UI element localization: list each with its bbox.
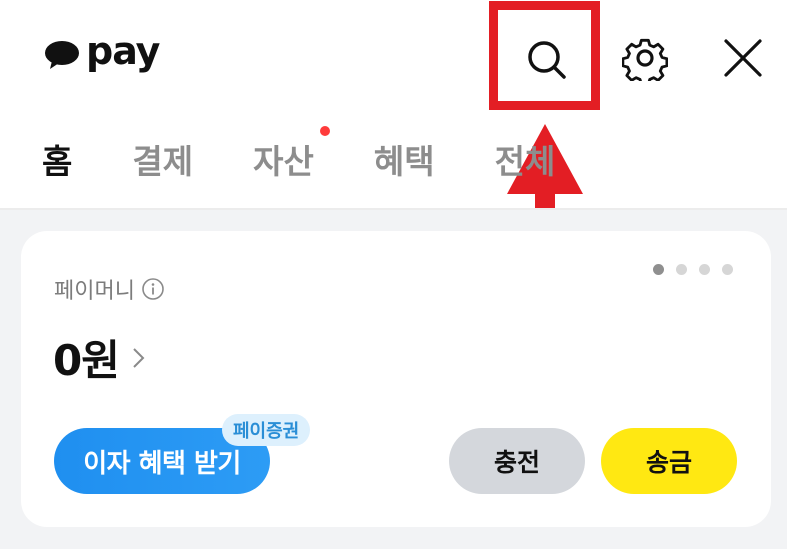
tab-all-label: 전체 [494,142,556,181]
balance-amount: 0원 [53,336,120,385]
tab-assets[interactable]: 자산 [239,126,330,210]
tab-payment-label: 결제 [132,142,194,181]
tab-bar: 홈 결제 자산 혜택 전체 [28,126,601,232]
tab-home[interactable]: 홈 [28,138,87,232]
tab-home-label: 홈 [42,142,73,181]
tab-benefits-label: 혜택 [373,142,435,181]
tab-all[interactable]: 전체 [481,138,570,210]
carousel-dot [722,264,733,275]
logo-text: pay [86,29,160,73]
gear-icon [622,38,668,81]
balance-link[interactable]: 0원 [53,327,147,388]
send-money-button[interactable]: 송금 [601,428,737,494]
chevron-right-icon [133,347,145,368]
new-badge-dot [319,126,330,136]
close-icon [724,39,762,77]
interest-benefit-group: 이자 혜택 받기 페이증권 [54,414,354,494]
carousel-dot [676,264,687,275]
carousel-dot [699,264,710,275]
tab-payment[interactable]: 결제 [118,138,207,210]
carousel-dot [653,264,664,275]
settings-button[interactable] [617,30,673,86]
search-highlight-box [489,1,600,110]
carousel-indicator [653,264,733,275]
pay-money-card: 페이머니 0원 이자 혜택 받기 페이증권 충전 송금 [21,231,771,527]
tab-assets-label: 자산 [253,142,314,181]
tab-benefits[interactable]: 혜택 [360,138,449,210]
close-button[interactable] [715,30,771,86]
speech-bubble-icon [45,41,79,69]
header: pay [0,0,787,115]
pay-money-label: 페이머니 [54,279,135,304]
pay-money-label-row: 페이머니 [54,273,165,305]
kakaopay-logo: pay [44,29,160,80]
charge-button[interactable]: 충전 [449,428,585,494]
pay-securities-badge: 페이증권 [222,414,311,446]
info-icon[interactable] [141,277,165,301]
